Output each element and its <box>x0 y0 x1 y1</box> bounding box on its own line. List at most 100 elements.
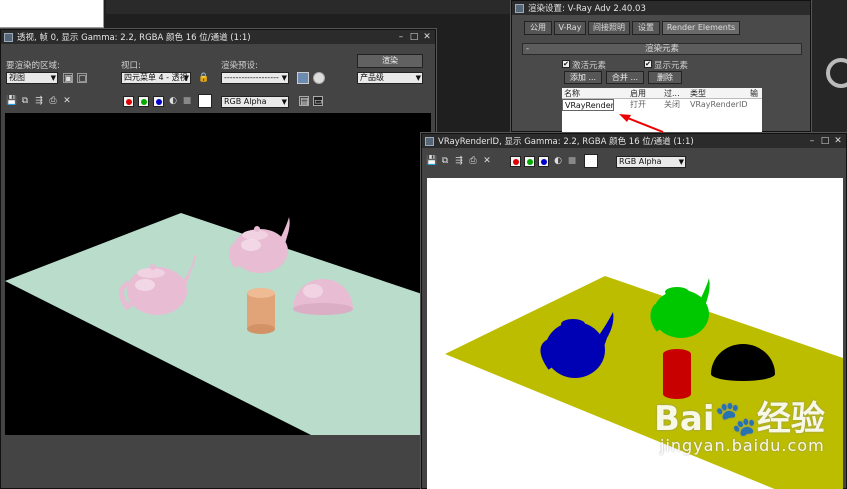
auto-region-icon[interactable]: ▢ <box>77 73 87 84</box>
print-image-icon[interactable]: ⎙ <box>468 156 478 166</box>
render-preset-select[interactable]: ------------------- ▼ <box>221 72 289 84</box>
list-item[interactable]: VRayRenderID 打开 关闭 VRayRenderID <box>562 99 762 111</box>
right-window-titlebar[interactable]: VRayRenderID, 显示 Gamma: 2.2, RGBA 颜色 16 … <box>422 134 846 148</box>
save-image-icon[interactable]: 💾 <box>426 156 437 166</box>
area-to-render-value: 视图 <box>9 73 25 82</box>
red-channel-toggle[interactable] <box>123 96 134 107</box>
clone-frame-icon[interactable]: ⇶ <box>454 156 464 166</box>
watermark-brand-tail: 经验 <box>756 399 825 439</box>
element-name[interactable]: VRayRenderID <box>562 99 614 111</box>
display-elements-checkbox[interactable]: ✔ <box>644 60 652 68</box>
active-elements-checkbox[interactable]: ✔ <box>562 60 570 68</box>
render-button[interactable]: 渲染 <box>357 54 423 68</box>
rollout-header[interactable]: - 渲染元素 <box>522 43 802 55</box>
blue-channel-toggle[interactable] <box>153 96 164 107</box>
left-window-title: 透视, 帧 0, 显示 Gamma: 2.2, RGBA 颜色 16 位/通道 … <box>17 33 251 43</box>
render-settings-titlebar[interactable]: 渲染设置: V-Ray Adv 2.40.03 <box>512 1 810 15</box>
copy-image-icon[interactable]: ⧉ <box>440 156 450 166</box>
red-channel-toggle[interactable] <box>510 156 521 167</box>
delete-button[interactable]: 删除 <box>648 71 682 84</box>
column-name[interactable]: 名称 <box>562 88 628 98</box>
lock-icon[interactable]: 🔒 <box>198 73 209 83</box>
minimize-icon[interactable]: – <box>807 136 817 146</box>
close-icon[interactable]: ✕ <box>833 136 843 146</box>
toggle-ui-icon[interactable]: ▭ <box>313 96 323 107</box>
left-rendered-scene <box>5 213 431 435</box>
viewport-select[interactable]: 四元菜单 4 - 透视 ▼ <box>121 72 191 84</box>
render-settings-title: 渲染设置: V-Ray Adv 2.40.03 <box>528 4 646 14</box>
teapot-right <box>229 217 290 273</box>
tab-vray[interactable]: V-Ray <box>554 21 586 35</box>
element-filter: 关闭 <box>664 100 680 109</box>
clone-frame-icon[interactable]: ⇶ <box>34 96 44 106</box>
monochrome-icon[interactable]: ■ <box>567 156 577 166</box>
environment-icon[interactable] <box>313 72 325 84</box>
display-elements-label: 显示元素 <box>654 61 689 71</box>
column-type[interactable]: 类型 <box>688 88 748 98</box>
cylinder <box>247 288 275 334</box>
channel-display-select[interactable]: RGB Alpha ▼ <box>221 96 289 108</box>
right-window-title: VRayRenderID, 显示 Gamma: 2.2, RGBA 颜色 16 … <box>438 137 694 147</box>
left-window-titlebar[interactable]: 透视, 帧 0, 显示 Gamma: 2.2, RGBA 颜色 16 位/通道 … <box>1 30 435 44</box>
maximize-icon[interactable]: □ <box>409 32 419 42</box>
monochrome-icon[interactable]: ■ <box>182 96 192 106</box>
render-frame-window-right[interactable]: VRayRenderID, 显示 Gamma: 2.2, RGBA 颜色 16 … <box>421 133 847 489</box>
clear-icon[interactable]: ✕ <box>482 156 492 166</box>
tab-render-elements[interactable]: Render Elements <box>662 21 740 35</box>
copy-image-icon[interactable]: ⧉ <box>20 96 30 106</box>
minimize-icon[interactable]: – <box>396 32 406 42</box>
render-quality-value: 产品级 <box>360 73 384 82</box>
render-setup-icon[interactable] <box>297 72 309 84</box>
chevron-down-icon: ▼ <box>281 98 287 106</box>
alpha-channel-icon[interactable]: ◐ <box>168 96 178 106</box>
render-frame-window-left[interactable]: 透视, 帧 0, 显示 Gamma: 2.2, RGBA 颜色 16 位/通道 … <box>0 29 436 489</box>
viewport-label: 视口: <box>121 61 141 71</box>
blue-channel-toggle[interactable] <box>538 156 549 167</box>
rollout-title: 渲染元素 <box>644 44 679 54</box>
area-to-render-label: 要渲染的区域: <box>6 61 60 71</box>
id-teapot-green <box>650 278 710 338</box>
app-icon <box>425 136 434 146</box>
clear-icon[interactable]: ✕ <box>62 96 72 106</box>
element-type: VRayRenderID <box>690 100 748 109</box>
element-enabled: 打开 <box>630 100 646 109</box>
tab-common[interactable]: 公用 <box>524 21 552 35</box>
toggle-ui-overlay-icon[interactable]: ▤ <box>299 96 309 107</box>
watermark: Bai🐾经验 jingyan.baidu.com <box>654 402 825 455</box>
print-image-icon[interactable]: ⎙ <box>48 96 58 106</box>
render-preset-value: ------------------- <box>224 73 279 82</box>
id-ground-plane <box>445 276 843 489</box>
merge-button[interactable]: 合并 ... <box>606 71 644 84</box>
green-channel-toggle[interactable] <box>138 96 149 107</box>
maximize-icon[interactable]: □ <box>820 136 830 146</box>
left-render-viewport[interactable] <box>5 113 431 435</box>
edit-region-icon[interactable]: ▣ <box>63 73 73 84</box>
active-elements-label: 激活元素 <box>572 61 607 71</box>
column-enabled[interactable]: 启用 <box>628 88 662 98</box>
watermark-brand: Bai <box>654 399 715 439</box>
list-header: 名称 启用 过... 类型 输 <box>562 88 762 99</box>
background-toolbar-strip <box>106 0 510 14</box>
render-quality-select[interactable]: 产品级 ▼ <box>357 72 423 84</box>
rollout-collapse-icon: - <box>526 44 530 54</box>
column-output[interactable]: 输 <box>748 88 762 98</box>
chevron-down-icon: ▼ <box>183 74 189 82</box>
color-swatch[interactable] <box>584 154 598 168</box>
channel-display-select[interactable]: RGB Alpha ▼ <box>616 156 686 168</box>
close-icon[interactable]: ✕ <box>422 32 432 42</box>
color-swatch[interactable] <box>198 94 212 108</box>
alpha-channel-icon[interactable]: ◐ <box>553 156 563 166</box>
viewport-value: 四元菜单 4 - 透视 <box>124 73 188 82</box>
tab-settings[interactable]: 设置 <box>632 21 660 35</box>
channel-display-value: RGB Alpha <box>224 97 267 106</box>
background-white-panel <box>0 0 104 28</box>
id-cylinder-red <box>663 349 691 399</box>
app-icon <box>515 3 524 13</box>
area-to-render-select[interactable]: 视图 ▼ <box>6 72 58 84</box>
add-button[interactable]: 添加 ... <box>564 71 602 84</box>
render-preset-label: 渲染预设: <box>221 61 258 71</box>
column-filter[interactable]: 过... <box>662 88 688 98</box>
tab-indirect-illumination[interactable]: 间接照明 <box>588 21 630 35</box>
save-image-icon[interactable]: 💾 <box>6 96 17 106</box>
green-channel-toggle[interactable] <box>524 156 535 167</box>
